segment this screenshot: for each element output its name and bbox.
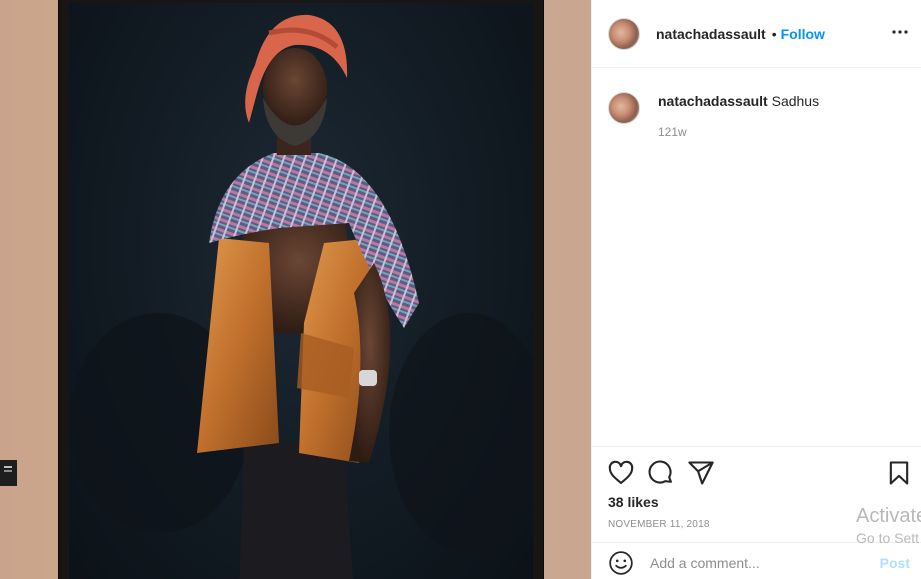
likes-count[interactable]: 38 likes (608, 494, 659, 510)
wall-label-plaque (0, 460, 17, 486)
post-caption: natachadassault Sadhus 121w (608, 90, 908, 139)
follow-button[interactable]: Follow (781, 26, 825, 42)
caption-body: natachadassault Sadhus 121w (658, 90, 819, 139)
sadhu-portrait-illustration (69, 14, 533, 579)
more-horizontal-icon[interactable] (890, 22, 910, 42)
portrait-print (69, 3, 533, 579)
dhoti (239, 443, 353, 579)
paper-plane-icon[interactable] (687, 459, 715, 487)
heart-icon[interactable] (607, 459, 635, 487)
post-header: natachadassault • Follow (592, 0, 921, 68)
post-date: NOVEMBER 11, 2018 (608, 519, 710, 530)
comment-input[interactable] (650, 554, 870, 571)
crowd-shadow (389, 313, 533, 553)
comment-bubble-icon[interactable] (647, 459, 675, 487)
caption-avatar[interactable] (608, 92, 640, 124)
smiley-icon[interactable] (608, 550, 634, 576)
action-bar: 38 likes NOVEMBER 11, 2018 (592, 446, 921, 542)
wristwatch (359, 370, 377, 386)
caption-text-line: natachadassault Sadhus (658, 91, 819, 111)
separator-dot: • (771, 25, 777, 42)
caption-text: Sadhus (771, 93, 820, 109)
post-comment-button[interactable]: Post (880, 555, 910, 571)
author-username[interactable]: natachadassault (656, 26, 766, 42)
author-avatar[interactable] (608, 17, 640, 50)
orange-jacket (197, 238, 279, 453)
bookmark-icon[interactable] (885, 459, 913, 487)
post-age[interactable]: 121w (658, 125, 819, 139)
post-sidebar: natachadassault • Follow natachadassault… (591, 0, 921, 579)
picture-frame (58, 0, 544, 579)
comment-bar: Post (592, 542, 921, 579)
post-photo[interactable] (0, 0, 591, 579)
caption-username[interactable]: natachadassault (658, 93, 768, 109)
instagram-post: natachadassault • Follow natachadassault… (0, 0, 921, 579)
